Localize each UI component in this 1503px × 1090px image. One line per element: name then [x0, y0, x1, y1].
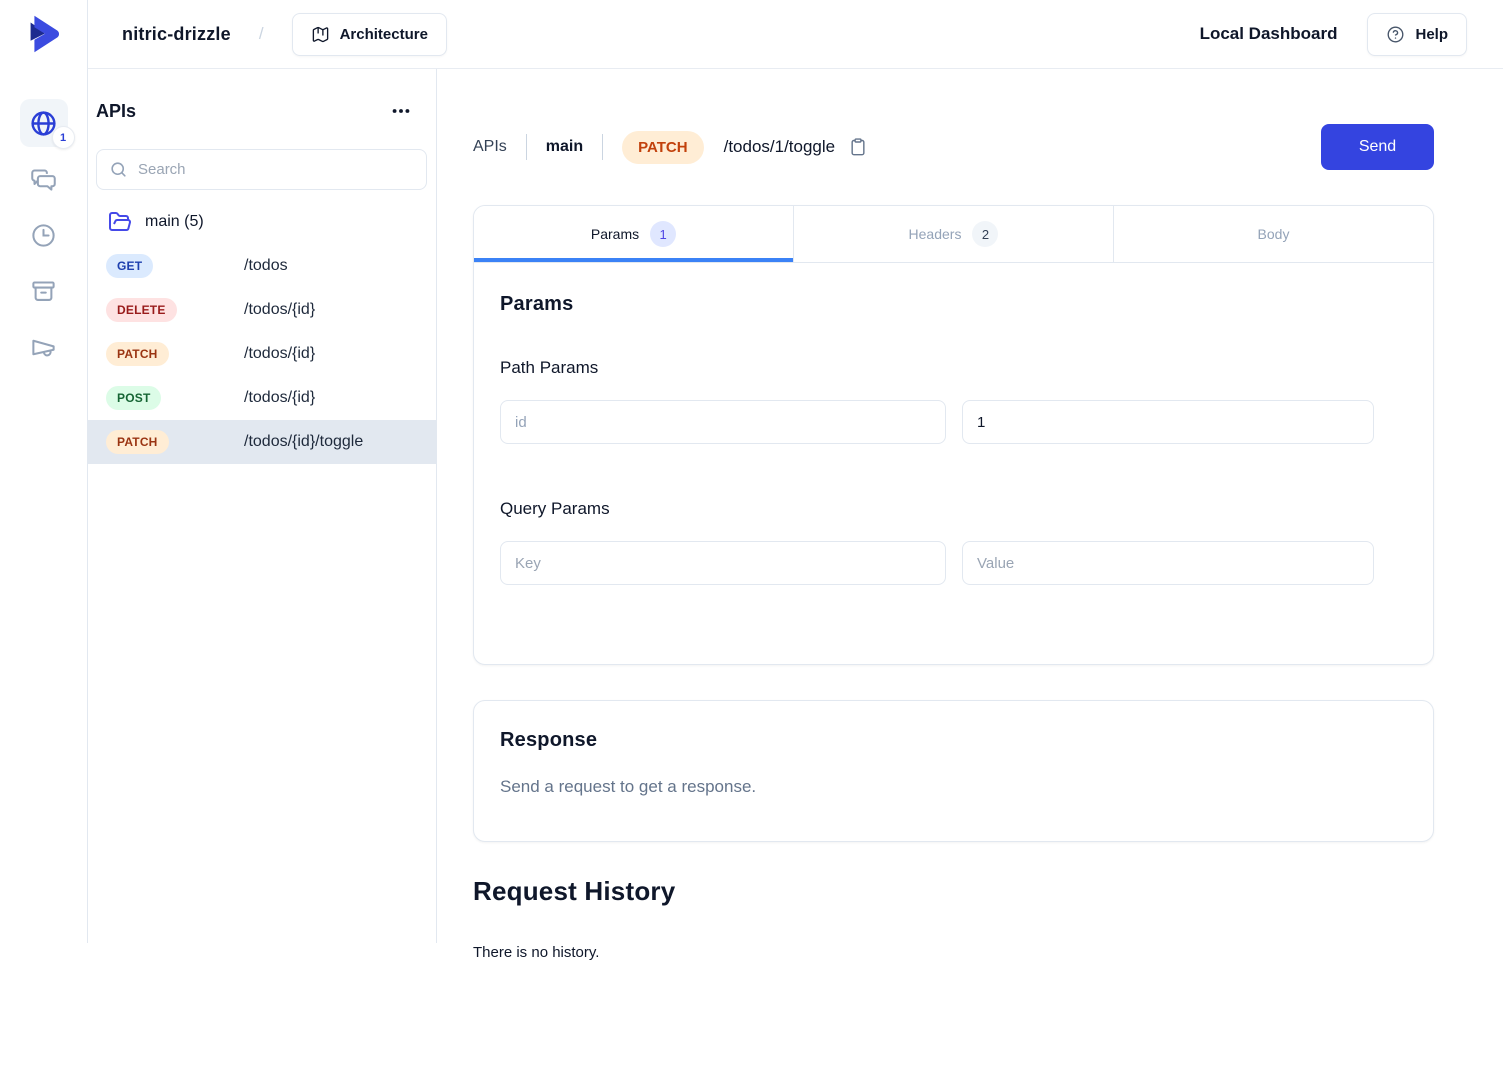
tab-headers[interactable]: Headers 2 [793, 206, 1113, 262]
folder-open-icon [108, 210, 132, 234]
params-title: Params [500, 293, 1407, 316]
route-row-selected[interactable]: PATCH /todos/{id}/toggle [88, 420, 436, 464]
architecture-button[interactable]: Architecture [292, 13, 447, 56]
dashboard-title: Local Dashboard [1200, 24, 1338, 44]
response-empty-message: Send a request to get a response. [500, 777, 1407, 797]
rail-item-websockets[interactable] [20, 155, 68, 203]
query-param-key-input[interactable] [500, 541, 946, 585]
rail-item-schedules[interactable] [20, 211, 68, 259]
request-path: /todos/1/toggle [724, 137, 836, 157]
api-folder-label: main (5) [145, 213, 204, 231]
map-icon [311, 25, 330, 44]
breadcrumb-separator: / [259, 24, 264, 44]
rail-item-storage[interactable] [20, 267, 68, 315]
query-params-title: Query Params [500, 499, 1407, 519]
route-row[interactable]: GET /todos [88, 244, 436, 288]
route-path: /todos/{id} [244, 301, 315, 319]
route-row[interactable]: DELETE /todos/{id} [88, 288, 436, 332]
path-param-row [500, 400, 1407, 444]
rail-nav: 1 [20, 99, 68, 379]
search-box[interactable] [96, 149, 427, 190]
rail-item-topics[interactable] [20, 323, 68, 371]
breadcrumb-apis: APIs [473, 138, 507, 156]
request-history-empty: There is no history. [473, 944, 1434, 961]
copy-path-button[interactable] [846, 135, 870, 159]
request-tabs: Params 1 Headers 2 Body [474, 206, 1433, 263]
route-path: /todos/{id} [244, 345, 315, 363]
breadcrumb-divider [602, 134, 603, 160]
tab-headers-label: Headers [909, 226, 962, 242]
method-badge: PATCH [106, 430, 169, 454]
help-button-label: Help [1415, 26, 1448, 43]
route-row[interactable]: POST /todos/{id} [88, 376, 436, 420]
tab-body[interactable]: Body [1113, 206, 1433, 262]
send-button[interactable]: Send [1321, 124, 1434, 170]
route-path: /todos/{id} [244, 389, 315, 407]
tab-params-badge: 1 [650, 221, 676, 247]
search-input[interactable] [138, 161, 414, 178]
icon-rail: 1 [0, 0, 88, 943]
tab-params-label: Params [591, 226, 639, 242]
nitric-logo [21, 11, 67, 57]
path-param-value-input[interactable] [962, 400, 1374, 444]
topbar-right: Local Dashboard Help [1200, 13, 1467, 56]
query-param-value-input[interactable] [962, 541, 1374, 585]
method-badge: DELETE [106, 298, 177, 322]
api-folder-main[interactable]: main (5) [88, 200, 436, 244]
route-path: /todos [244, 257, 288, 275]
topbar: nitric-drizzle / Architecture Local Dash… [88, 0, 1503, 69]
request-bar: APIs main PATCH /todos/1/toggle Send [473, 124, 1434, 170]
rail-item-apis[interactable]: 1 [20, 99, 68, 147]
sidebar-header: APIs [96, 96, 416, 126]
breadcrumb-divider [526, 134, 527, 160]
method-badge: POST [106, 386, 161, 410]
megaphone-icon [30, 334, 57, 361]
response-card: Response Send a request to get a respons… [473, 700, 1434, 842]
archive-icon [30, 278, 57, 305]
tab-body-label: Body [1258, 226, 1290, 242]
ellipsis-icon [390, 100, 412, 122]
method-badge: GET [106, 254, 153, 278]
request-options-card: Params 1 Headers 2 Body Params Path Para… [473, 205, 1434, 665]
architecture-button-label: Architecture [340, 26, 428, 43]
request-history-title: Request History [473, 876, 1434, 907]
help-circle-icon [1386, 25, 1405, 44]
search-icon [109, 160, 128, 179]
path-params-title: Path Params [500, 358, 1407, 378]
chat-icon [30, 166, 57, 193]
route-row[interactable]: PATCH /todos/{id} [88, 332, 436, 376]
response-title: Response [500, 729, 1407, 752]
breadcrumb-api-name: main [546, 138, 583, 156]
tab-headers-badge: 2 [972, 221, 998, 247]
main-panel: APIs main PATCH /todos/1/toggle Send Par… [437, 69, 1503, 1001]
sidebar-title: APIs [96, 101, 136, 122]
params-panel: Params Path Params Query Params [474, 263, 1433, 664]
project-name: nitric-drizzle [122, 24, 231, 45]
clock-icon [30, 222, 57, 249]
route-path: /todos/{id}/toggle [244, 433, 363, 451]
clipboard-icon [848, 137, 868, 157]
method-badge: PATCH [106, 342, 169, 366]
tab-params[interactable]: Params 1 [474, 206, 793, 262]
sidebar-menu-button[interactable] [386, 96, 416, 126]
api-count-badge: 1 [52, 126, 75, 149]
help-button[interactable]: Help [1367, 13, 1467, 56]
apis-sidebar: APIs main (5) GET /todos DELETE [88, 69, 437, 943]
request-method-badge: PATCH [622, 131, 703, 164]
query-param-row [500, 541, 1407, 585]
path-param-key-input[interactable] [500, 400, 946, 444]
